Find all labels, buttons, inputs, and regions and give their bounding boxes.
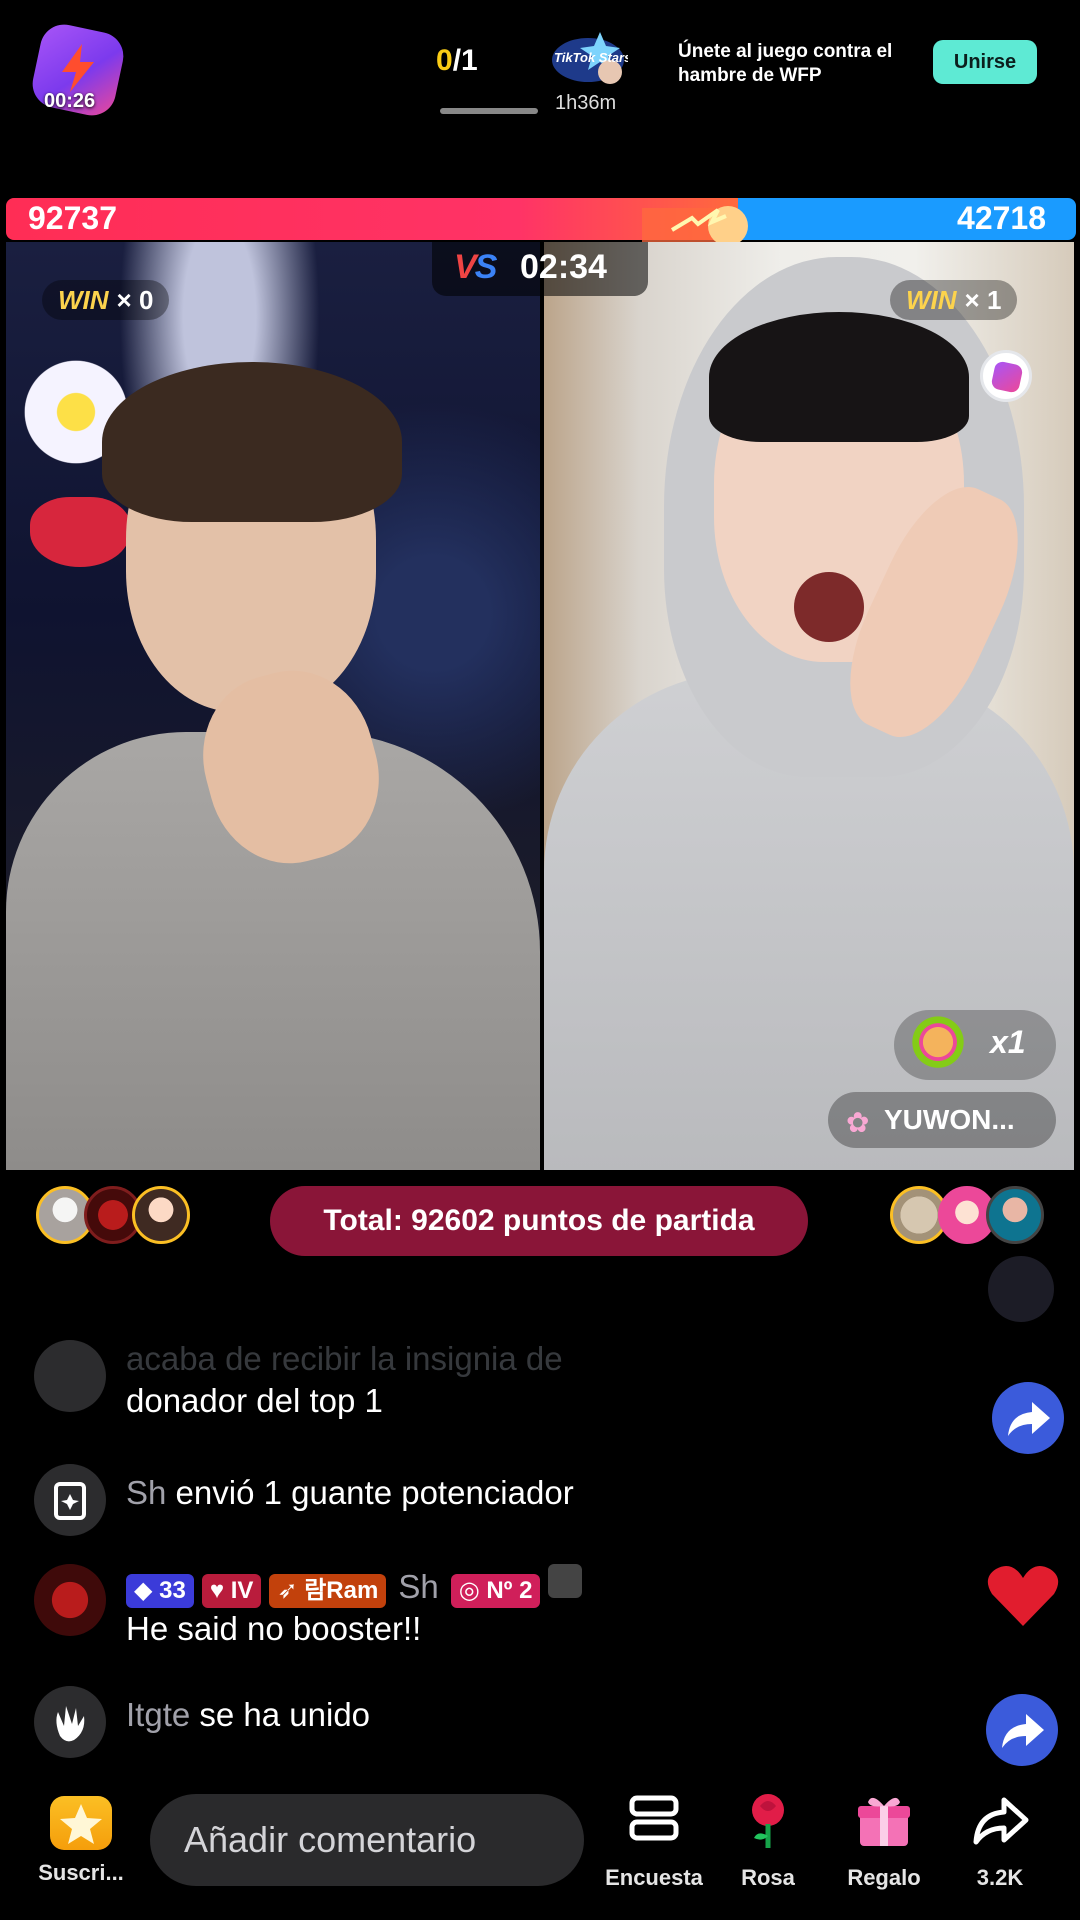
gift-combo: x1	[894, 1010, 1056, 1080]
left-win-count: WIN × 0	[42, 280, 170, 320]
card-icon	[34, 1464, 106, 1536]
rank-badge: ◎ Nº 2	[450, 1574, 541, 1608]
level-badge: ◆ 33	[126, 1574, 194, 1608]
chat-message: He said no booster!!	[126, 1610, 422, 1647]
progress-counter: 0/1	[436, 44, 478, 78]
poll-label: Encuesta	[605, 1865, 703, 1890]
clash-spark-icon	[642, 206, 748, 246]
chat-message: donador del top 1	[126, 1382, 383, 1419]
team-value: 람Ram	[304, 1577, 379, 1604]
chat-feed: acaba de recibir la insignia de donador …	[0, 1340, 1080, 1780]
host-right-hair	[709, 312, 969, 442]
poll-button[interactable]: Encuesta	[604, 1790, 704, 1891]
event-gem-icon	[990, 360, 1024, 394]
gift-box-icon	[858, 1797, 910, 1846]
heart-balloon-decoration	[30, 497, 130, 567]
blue-team-score: 42718	[957, 200, 1046, 236]
rank-value: Nº 2	[486, 1577, 533, 1604]
wave-hand-icon	[34, 1686, 106, 1758]
counter-current: 0	[436, 44, 453, 77]
live-event-badge[interactable]: 00:26	[28, 20, 128, 120]
chat-faded-line: acaba de recibir la insignia de	[126, 1340, 563, 1377]
chat-message: Sh envió 1 guante potenciador	[126, 1474, 574, 1512]
battle-timer: VS 02:34	[432, 242, 648, 296]
chat-user-avatar[interactable]	[34, 1564, 106, 1636]
moderator-icon	[548, 1564, 583, 1598]
join-button[interactable]: Unirse	[933, 40, 1037, 84]
red-team-score: 92737	[28, 200, 117, 236]
chat-username[interactable]: Sh	[394, 1570, 442, 1604]
star-badge-icon	[50, 1796, 112, 1850]
share-count: 3.2K	[976, 1865, 1024, 1890]
share-icon[interactable]	[992, 1382, 1064, 1454]
chat-message-text: envió 1 guante potenciador	[166, 1474, 574, 1511]
gift-button[interactable]: Regalo	[834, 1790, 934, 1891]
rose-label: Rosa	[741, 1865, 795, 1890]
team-badge: ➶ 람Ram	[269, 1574, 387, 1608]
battle-score-bar: 92737 42718	[6, 198, 1076, 246]
promo-text: Únete al juego contra el hambre de WFP	[678, 41, 893, 86]
poll-icon	[629, 1795, 679, 1841]
battle-total-points: Total: 92602 puntos de partida	[270, 1186, 808, 1256]
gift-icon	[910, 1016, 966, 1074]
chat-message-text: se ha unido	[190, 1696, 371, 1733]
share-arrow-icon	[973, 1797, 1029, 1845]
chat-badges: ◆ 33 ♥ IV ➶ 람Ram Sh ◎ Nº 2	[126, 1564, 590, 1608]
tiktok-icon	[34, 1340, 106, 1412]
tiktok-stars-logo[interactable]: TikTok Stars	[548, 26, 628, 92]
win-label: WIN	[58, 285, 109, 315]
fan-badge: ♥ IV	[201, 1574, 262, 1608]
gift-combo-count: x1	[990, 1024, 1026, 1060]
share-icon[interactable]	[986, 1694, 1058, 1766]
stars-time-left: 1h36m	[555, 92, 617, 114]
event-timer: 00:26	[44, 90, 96, 112]
sakura-icon: ✿	[846, 1107, 870, 1138]
fan-value: IV	[230, 1577, 254, 1604]
host-name: YUWON...	[884, 1104, 1015, 1135]
supporter-avatar[interactable]	[132, 1186, 190, 1244]
subscribe-label: Suscri...	[38, 1860, 124, 1885]
win-label: WIN	[906, 285, 957, 315]
chat-message: Itgte se ha unido	[126, 1696, 370, 1734]
level-value: 33	[159, 1577, 186, 1604]
heart-icon[interactable]	[986, 1564, 1060, 1628]
supporter-avatar[interactable]	[986, 1186, 1044, 1244]
share-icon-faded[interactable]	[988, 1256, 1054, 1322]
right-win-count: WIN × 1	[890, 280, 1018, 320]
host-left-video[interactable]	[6, 242, 540, 1170]
host-right-mouth	[794, 572, 864, 642]
bottom-bar: Suscri... Encuesta Rosa Regalo 3.2K	[0, 1790, 1080, 1920]
share-button[interactable]: 3.2K	[950, 1790, 1050, 1891]
host-name-pill[interactable]: ✿ YUWON...	[828, 1092, 1056, 1148]
event-mini-badge[interactable]	[980, 350, 1032, 402]
host-left-hair	[102, 362, 402, 522]
stars-logo-text: TikTok Stars	[554, 50, 628, 65]
chat-username[interactable]: Itgte	[126, 1696, 190, 1733]
counter-underline	[440, 108, 538, 114]
rose-button[interactable]: Rosa	[718, 1790, 818, 1891]
gift-label: Regalo	[847, 1865, 921, 1890]
lightning-icon	[62, 44, 94, 92]
vs-icon: VS	[454, 248, 497, 286]
battle-countdown: 02:34	[520, 248, 607, 286]
counter-total: /1	[452, 44, 478, 77]
top-bar: 00:26 0/1 TikTok Stars 1h36m Únete al ju…	[0, 0, 1080, 140]
rose-icon	[752, 1794, 784, 1848]
chat-username[interactable]: Sh	[126, 1474, 166, 1511]
win-count: × 1	[964, 285, 1002, 315]
win-count: × 0	[116, 285, 154, 315]
comment-input[interactable]	[150, 1794, 584, 1886]
subscribe-button[interactable]: Suscri...	[38, 1796, 124, 1886]
